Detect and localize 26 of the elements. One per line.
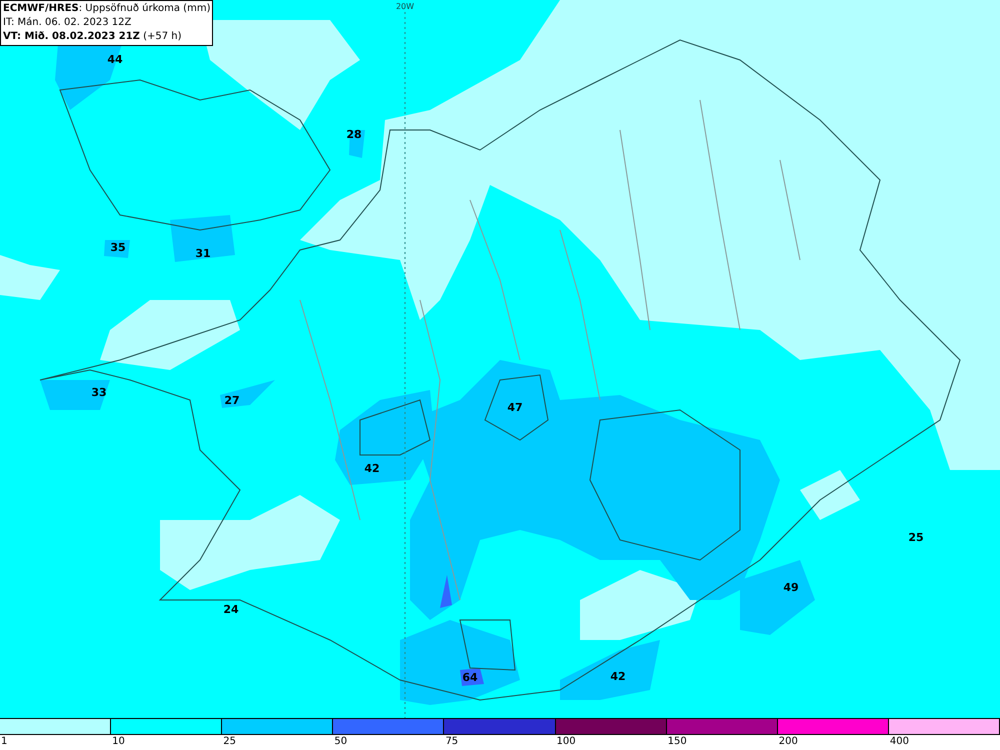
header-line: ECMWF/HRES: Uppsöfnuð úrkoma (mm) [3,2,210,16]
legend-tick-label: 75 [445,736,458,747]
precipitation-value: 44 [107,52,123,68]
legend-tick-label: 200 [778,736,798,747]
precipitation-value: 27 [224,392,240,409]
legend-tick-label: 100 [556,736,576,747]
legend-tick-label: 400 [890,736,909,747]
precipitation-value: 64 [462,670,478,686]
precipitation-value: 35 [110,240,126,256]
header-line: IT: Mán. 06. 02. 2023 12Z [3,16,132,30]
precipitation-value: 42 [610,668,626,685]
meridian-label: 20W [396,1,414,13]
legend-tick-label: 1 [1,736,8,747]
legend-tick-label: 10 [112,736,125,747]
precipitation-value: 33 [91,384,107,401]
precipitation-value: 42 [364,460,380,477]
precipitation-value: 24 [223,602,239,618]
precipitation-value: 31 [195,246,211,262]
legend-tick-label: 25 [223,736,236,747]
legend-tick-label: 50 [334,736,348,747]
precipitation-value: 28 [346,126,362,143]
legend-tick-label: 150 [668,736,687,747]
precipitation-value: 47 [507,400,523,416]
precipitation-value: 25 [908,530,924,546]
header-line: VT: Mið. 08.02.2023 21Z (+57 h) [3,30,183,44]
precipitation-value: 49 [783,580,799,596]
